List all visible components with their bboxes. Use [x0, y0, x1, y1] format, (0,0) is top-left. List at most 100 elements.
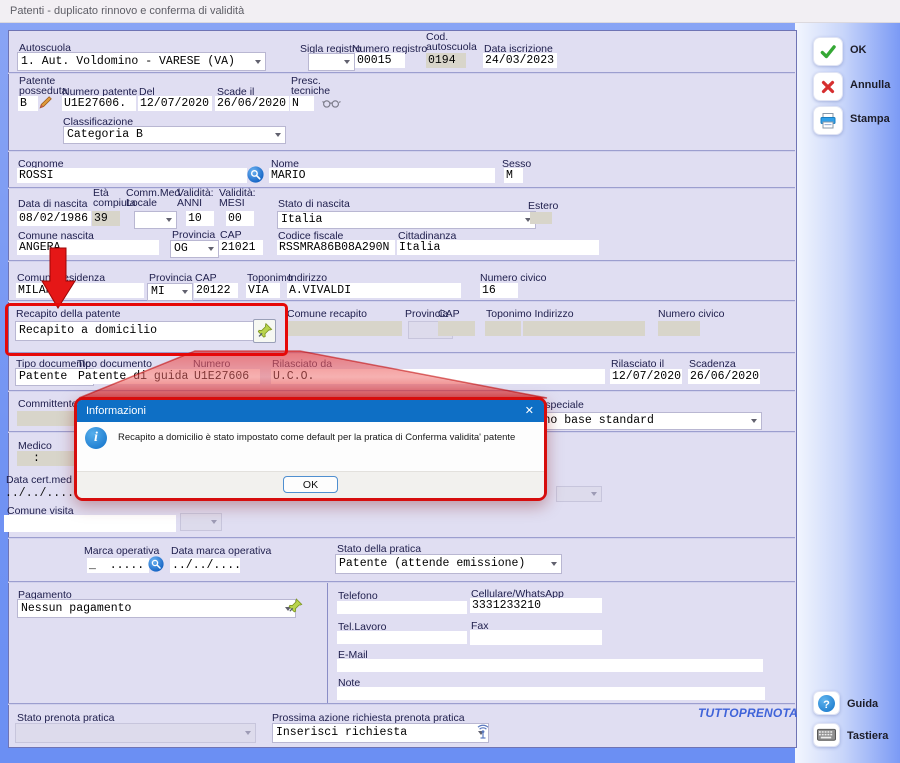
check-icon — [819, 43, 837, 61]
window-title: Patenti - duplicato rinnovo e conferma d… — [10, 5, 244, 17]
toponimo-recapito-field — [485, 321, 521, 336]
stampa-button[interactable] — [813, 106, 843, 135]
data-nascita-field[interactable]: 08/02/1986 — [17, 211, 91, 226]
tipo-documento-field[interactable]: Patente di guida — [76, 369, 192, 384]
marca-operativa-field[interactable]: _ ..... — [87, 558, 149, 573]
dialog-title: Informazioni — [86, 405, 146, 417]
tastiera-button-label[interactable]: Tastiera — [847, 730, 888, 742]
patente-posseduta-field[interactable]: B — [18, 96, 38, 111]
numero-registro-field[interactable]: 00015 — [355, 53, 405, 68]
tastiera-button[interactable] — [813, 723, 840, 747]
search-icon[interactable] — [247, 166, 264, 183]
dialog-ok-button[interactable]: OK — [283, 476, 338, 493]
sigla-registro-select[interactable] — [308, 53, 355, 71]
toponimo-field[interactable]: VIA — [246, 283, 280, 298]
stato-nascita-select[interactable]: Italia — [277, 211, 536, 229]
chevron-down-icon — [255, 60, 261, 64]
pagamento-select[interactable]: Nessun pagamento — [17, 599, 296, 618]
guida-button-label[interactable]: Guida — [847, 698, 878, 710]
data-nascita-label: Data di nascita — [18, 199, 87, 209]
cap-residenza-field[interactable]: 20122 — [194, 283, 238, 298]
rilasciato-da-label: Rilasciato da — [272, 359, 332, 369]
chevron-down-icon — [591, 492, 597, 496]
chevron-down-icon — [275, 133, 281, 137]
data-cert-med-field[interactable]: ../../.... — [5, 487, 74, 501]
chevron-down-icon — [182, 290, 188, 294]
validita-anni-label: Validità: ANNI — [177, 188, 221, 208]
eta-compiuta-field: 39 — [92, 211, 120, 226]
codice-fiscale-field[interactable]: RSSMRA86B08A290N — [277, 240, 395, 255]
rilasciato-il-field[interactable]: 12/07/2020 — [610, 369, 682, 384]
estero-label: Estero — [528, 201, 558, 211]
section-divider — [8, 150, 795, 152]
data-marca-operativa-label: Data marca operativa — [171, 546, 271, 556]
email-field[interactable] — [337, 659, 763, 672]
del-field[interactable]: 12/07/2020 — [138, 96, 212, 111]
aux-med-select[interactable] — [556, 486, 602, 502]
autoscuola-select[interactable]: 1. Aut. Voldomino - VARESE (VA) — [17, 52, 266, 71]
comm-med-label: Comm.Med Locale — [126, 188, 180, 208]
comune-recapito-field — [286, 321, 402, 336]
numero-documento-field[interactable]: U1E27606 — [192, 369, 260, 384]
presc-tecniche-field[interactable]: N — [290, 96, 314, 111]
tel-lavoro-field[interactable] — [337, 631, 467, 644]
stampa-button-label[interactable]: Stampa — [850, 113, 890, 125]
eyeglasses-icon — [322, 97, 341, 109]
section-divider — [8, 703, 795, 705]
scadenza-field[interactable]: 26/06/2020 — [688, 369, 760, 384]
numero-civico-field[interactable]: 16 — [480, 283, 518, 298]
comm-med-select[interactable] — [134, 211, 177, 229]
comune-residenza-field[interactable]: MILANO — [16, 283, 144, 298]
comune-visita-field[interactable] — [4, 515, 176, 532]
dialog-footer: OK — [77, 471, 544, 498]
estero-box — [530, 212, 552, 224]
data-marca-operativa-field[interactable]: ../../.... — [170, 558, 240, 573]
stato-pratica-select[interactable]: Patente (attende emissione) — [335, 554, 562, 574]
classificazione-select[interactable]: Categoria B — [63, 126, 286, 144]
chevron-down-icon — [166, 218, 172, 222]
cap-nascita-field[interactable]: 21021 — [219, 240, 263, 255]
comune-nascita-field[interactable]: ANGERA — [17, 240, 159, 255]
indirizzo-field[interactable]: A.VIVALDI — [287, 283, 461, 298]
note-field[interactable] — [337, 687, 765, 700]
scade-il-field[interactable]: 26/06/2020 — [215, 96, 289, 111]
telefono-field[interactable] — [337, 601, 467, 614]
cognome-field[interactable]: ROSSI — [17, 168, 247, 183]
validita-anni-field[interactable]: 10 — [186, 211, 214, 226]
stato-pratica-label: Stato della pratica — [337, 544, 421, 554]
nome-field[interactable]: MARIO — [269, 168, 495, 183]
data-iscrizione-field[interactable]: 24/03/2023 — [483, 53, 557, 68]
ok-button-label[interactable]: OK — [850, 44, 867, 56]
provincia-residenza-select[interactable]: MI — [147, 283, 193, 301]
prossima-azione-select[interactable]: Inserisci richiesta — [272, 723, 489, 743]
sesso-field[interactable]: M — [504, 168, 523, 183]
chevron-down-icon — [551, 562, 557, 566]
dialog-titlebar[interactable]: Informazioni ✕ — [77, 400, 544, 422]
indirizzo-recapito-field — [523, 321, 645, 336]
cittadinanza-field[interactable]: Italia — [397, 240, 599, 255]
pin-button[interactable] — [253, 319, 276, 343]
printer-icon — [819, 112, 837, 130]
chevron-down-icon — [245, 731, 251, 735]
annulla-button-label[interactable]: Annulla — [850, 79, 890, 91]
numero-patente-field[interactable]: U1E27606. — [62, 96, 136, 111]
recapito-patente-select[interactable]: Recapito a domicilio — [15, 321, 267, 341]
antenna-icon[interactable] — [475, 724, 491, 740]
close-icon[interactable]: ✕ — [525, 404, 534, 417]
section-divider — [8, 390, 795, 392]
ok-button[interactable] — [813, 37, 843, 66]
validita-mesi-field[interactable]: 00 — [226, 211, 254, 226]
provincia-nascita-select[interactable]: OG — [170, 240, 219, 258]
asl-select[interactable] — [180, 513, 222, 531]
cellulare-field[interactable]: 3331233210 — [470, 598, 602, 613]
pencil-icon[interactable] — [38, 95, 53, 110]
section-divider — [8, 72, 795, 74]
annulla-button[interactable] — [813, 72, 843, 101]
rilasciato-da-field[interactable]: U.C.O. — [271, 369, 605, 384]
numero-civico-recapito-label: Numero civico — [658, 309, 725, 319]
fax-field[interactable] — [470, 630, 602, 645]
pushpin-icon[interactable] — [286, 597, 304, 615]
guida-button[interactable]: ? — [813, 691, 840, 715]
scadenza-label: Scadenza — [689, 359, 736, 369]
search-icon[interactable] — [148, 556, 164, 572]
